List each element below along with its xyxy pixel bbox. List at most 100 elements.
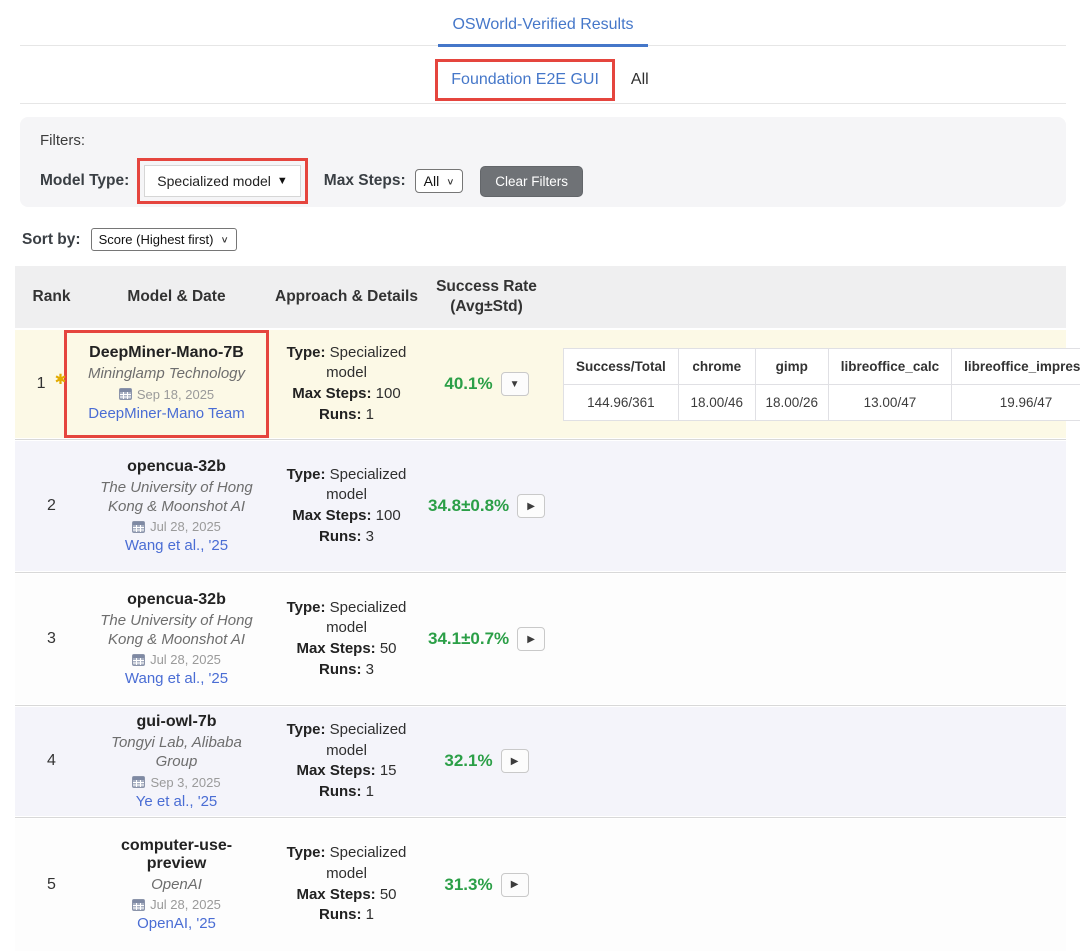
sort-row: Sort by: Score (Highest first) ∨ <box>22 228 1066 251</box>
model-link[interactable]: OpenAI, '25 <box>137 915 216 932</box>
tab-all[interactable]: All <box>629 65 651 95</box>
max-steps-label: Max Steps: <box>324 172 406 190</box>
filters-row: Model Type: Specialized model ▼ Max Step… <box>40 158 1046 204</box>
tab-osworld-verified-results[interactable]: OSWorld-Verified Results <box>438 0 647 47</box>
type-label: Type: <box>287 466 326 483</box>
detail-value-row: 144.96/361 18.00/46 18.00/26 13.00/47 19… <box>564 384 1080 420</box>
model-name: gui-owl-7b <box>137 713 217 731</box>
max-steps-label: Max Steps: <box>296 762 375 779</box>
model-link[interactable]: Wang et al., '25 <box>125 670 228 687</box>
detail-col-header: chrome <box>678 348 755 384</box>
type-label: Type: <box>287 844 326 861</box>
detail-header-row: Success/Total chrome gimp libreoffice_ca… <box>564 348 1080 384</box>
max-steps-label: Max Steps: <box>292 507 371 524</box>
model-link[interactable]: Ye et al., '25 <box>136 793 218 810</box>
model-org: The University of Hong Kong & Moonshot A… <box>92 612 261 650</box>
secondary-tab-group: Foundation E2E GUI All <box>435 59 650 103</box>
model-link[interactable]: Wang et al., '25 <box>125 537 228 554</box>
header-approach-details: Approach & Details <box>265 279 428 315</box>
detail-cell: Success/Total chrome gimp libreoffice_ca… <box>545 348 1080 421</box>
expand-toggle-button[interactable]: ▶ <box>517 627 545 651</box>
table-row: 5 computer-use-preview OpenAI Jul 28, 20… <box>15 819 1066 951</box>
row-divider <box>15 439 1066 440</box>
model-date: Sep 3, 2025 <box>132 775 220 790</box>
primary-tab-bar: OSWorld-Verified Results <box>20 0 1066 46</box>
score-cell: 32.1% ▶ <box>428 749 545 773</box>
success-rate-value: 32.1% <box>444 751 492 771</box>
score-cell: 31.3% ▶ <box>428 873 545 897</box>
runs-value: 1 <box>366 906 374 923</box>
table-row: 3 opencua-32b The University of Hong Kon… <box>15 574 1066 704</box>
model-type-dropdown[interactable]: Specialized model ▼ <box>144 165 301 197</box>
detail-value: 13.00/47 <box>828 384 951 420</box>
runs-label: Runs: <box>319 783 362 800</box>
model-type-value: Specialized model <box>157 173 271 189</box>
model-cell: DeepMiner-Mano-7B Mininglamp Technology … <box>88 330 265 438</box>
type-value: Specialized model <box>326 721 406 759</box>
model-name: DeepMiner-Mano-7B <box>89 344 244 362</box>
dropdown-arrow-icon: ▼ <box>277 175 288 187</box>
model-org: Tongyi Lab, Alibaba Group <box>92 734 261 772</box>
type-value: Specialized model <box>326 599 406 637</box>
max-steps-value: 100 <box>376 385 401 402</box>
success-rate-value: 31.3% <box>444 875 492 895</box>
model-cell: opencua-32b The University of Hong Kong … <box>88 452 265 561</box>
type-label: Type: <box>287 599 326 616</box>
expand-toggle-button[interactable]: ▶ <box>501 873 529 897</box>
model-name: computer-use-preview <box>112 837 242 873</box>
score-cell: 40.1% ▼ <box>428 372 545 396</box>
header-success-rate: Success Rate (Avg±Std) <box>428 269 545 325</box>
detail-value: 19.96/47 <box>952 384 1080 420</box>
runs-value: 1 <box>366 406 374 423</box>
row-divider <box>15 817 1066 818</box>
tab-foundation-e2e-gui[interactable]: Foundation E2E GUI <box>451 71 599 89</box>
collapse-toggle-button[interactable]: ▼ <box>501 372 529 396</box>
secondary-tab-bar: Foundation E2E GUI All <box>20 46 1066 104</box>
model-date: Jul 28, 2025 <box>132 897 221 912</box>
expand-toggle-button[interactable]: ▶ <box>517 494 545 518</box>
calendar-icon <box>132 776 145 788</box>
max-steps-value: All <box>424 173 440 189</box>
model-type-label: Model Type: <box>40 172 129 190</box>
rank-value: 5 <box>47 876 56 894</box>
model-cell: computer-use-preview OpenAI Jul 28, 2025… <box>88 831 265 939</box>
detail-value: 18.00/46 <box>678 384 755 420</box>
model-org: The University of Hong Kong & Moonshot A… <box>92 479 261 517</box>
table-row: 4 gui-owl-7b Tongyi Lab, Alibaba Group S… <box>15 707 1066 816</box>
model-date: Sep 18, 2025 <box>119 387 214 402</box>
runs-label: Runs: <box>319 528 362 545</box>
score-cell: 34.8±0.8% ▶ <box>428 494 545 518</box>
success-rate-value: 34.1±0.7% <box>428 629 509 649</box>
max-steps-label: Max Steps: <box>296 640 375 657</box>
model-org: Mininglamp Technology <box>88 365 245 384</box>
date-text: Sep 3, 2025 <box>150 775 220 790</box>
filters-panel: Filters: Model Type: Specialized model ▼… <box>20 117 1066 207</box>
model-link[interactable]: DeepMiner-Mano Team <box>88 405 244 422</box>
max-steps-value: 50 <box>380 640 397 657</box>
star-icon: ✱ <box>55 371 67 388</box>
type-label: Type: <box>287 344 326 361</box>
sort-select[interactable]: Score (Highest first) ∨ <box>91 228 237 251</box>
per-app-results-table: Success/Total chrome gimp libreoffice_ca… <box>563 348 1080 421</box>
calendar-icon <box>119 388 132 400</box>
detail-value: 18.00/26 <box>755 384 828 420</box>
model-org: OpenAI <box>151 876 202 895</box>
chevron-down-icon: ∨ <box>220 234 228 244</box>
type-value: Specialized model <box>326 344 406 382</box>
clear-filters-button[interactable]: Clear Filters <box>480 166 583 197</box>
type-value: Specialized model <box>326 466 406 504</box>
detail-col-header: libreoffice_impress <box>952 348 1080 384</box>
chevron-down-icon: ∨ <box>446 176 454 186</box>
max-steps-select[interactable]: All ∨ <box>415 169 464 193</box>
rank-value: 1 <box>37 375 46 393</box>
expand-toggle-button[interactable]: ▶ <box>501 749 529 773</box>
header-model-date: Model & Date <box>88 279 265 315</box>
table-header-row: Rank Model & Date Approach & Details Suc… <box>15 266 1066 328</box>
success-rate-value: 34.8±0.8% <box>428 496 509 516</box>
rank-value: 3 <box>47 630 56 648</box>
filters-title: Filters: <box>40 132 1046 149</box>
row-divider <box>15 572 1066 573</box>
calendar-icon <box>132 521 145 533</box>
max-steps-label: Max Steps: <box>296 886 375 903</box>
runs-value: 3 <box>366 661 374 678</box>
